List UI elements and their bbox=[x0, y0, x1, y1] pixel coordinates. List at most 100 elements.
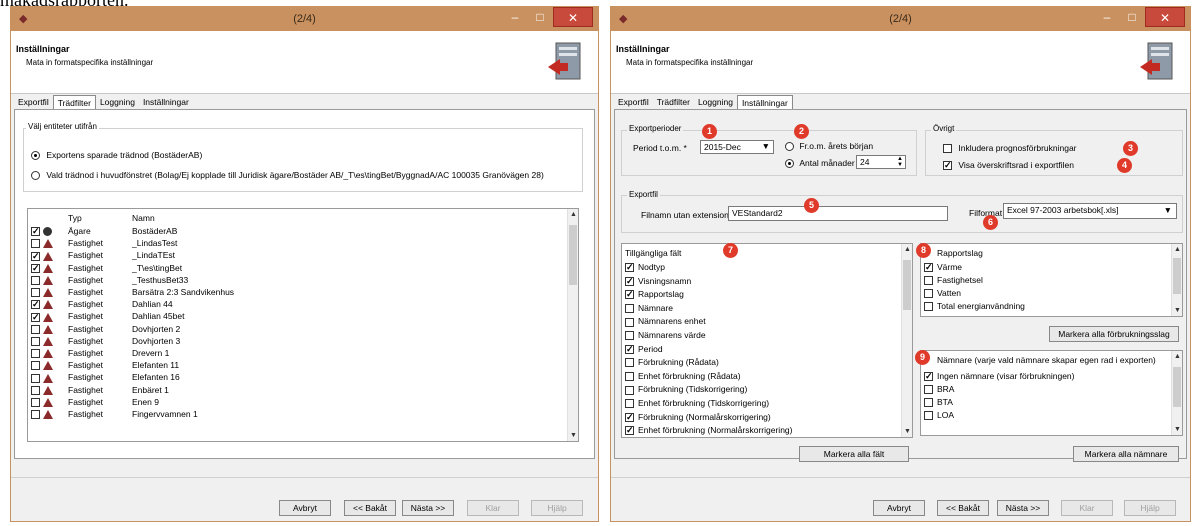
tab-tradfilter[interactable]: Trädfilter bbox=[52, 95, 96, 110]
months-stepper[interactable]: 24 ▲ ▼ bbox=[856, 155, 906, 169]
checkbox[interactable] bbox=[924, 385, 933, 395]
table-row[interactable]: Fastighet Fingervvamnen 1 bbox=[31, 409, 561, 422]
table-row[interactable]: Fastighet _LindaTEst bbox=[31, 250, 561, 263]
checkbox[interactable] bbox=[924, 372, 933, 382]
back-button[interactable]: << Bakåt bbox=[937, 500, 989, 516]
checkbox-include-forecast[interactable]: Inkludera prognosförbrukningar bbox=[943, 143, 1077, 154]
checkbox[interactable] bbox=[924, 302, 933, 312]
next-button[interactable]: Nästa >> bbox=[402, 500, 454, 516]
checkbox[interactable] bbox=[625, 317, 634, 327]
radio-saved-node[interactable]: Exportens sparade trädnod (BostäderAB) bbox=[31, 150, 202, 161]
row-checkbox[interactable] bbox=[31, 312, 40, 322]
scroll-down-icon[interactable]: ▼ bbox=[902, 428, 912, 435]
row-checkbox[interactable] bbox=[31, 300, 40, 310]
column-header-typ[interactable]: Typ bbox=[68, 213, 82, 226]
checkbox[interactable] bbox=[625, 358, 634, 368]
checkbox[interactable] bbox=[943, 144, 952, 154]
list-item[interactable]: Förbrukning (Rådata) bbox=[625, 357, 719, 370]
checkbox[interactable] bbox=[924, 398, 933, 408]
table-row[interactable]: Fastighet _T\es\tingBet bbox=[31, 263, 561, 276]
tab-loggning[interactable]: Loggning bbox=[694, 95, 737, 110]
scroll-up-icon[interactable]: ▲ bbox=[1172, 353, 1182, 360]
list-item[interactable]: Nämnarens värde bbox=[625, 330, 706, 343]
list-item[interactable]: Värme bbox=[924, 262, 962, 275]
list-item[interactable]: Nämnarens enhet bbox=[625, 316, 706, 329]
vertical-scrollbar[interactable]: ▲ ▼ bbox=[567, 209, 578, 441]
checkbox[interactable] bbox=[625, 276, 634, 286]
table-row[interactable]: Ägare BostäderAB bbox=[31, 226, 561, 239]
checkbox[interactable] bbox=[924, 276, 933, 286]
row-checkbox[interactable] bbox=[31, 263, 40, 273]
vertical-scrollbar[interactable]: ▲ ▼ bbox=[1171, 351, 1182, 435]
scroll-up-icon[interactable]: ▲ bbox=[902, 246, 912, 253]
checkbox[interactable] bbox=[625, 263, 634, 273]
table-row[interactable]: Fastighet Enen 9 bbox=[31, 397, 561, 410]
list-item[interactable]: Rapportslag bbox=[625, 289, 684, 302]
row-checkbox[interactable] bbox=[31, 385, 40, 395]
radio-selected-node[interactable]: Vald trädnod i huvudfönstret (Bolag/Ej k… bbox=[31, 170, 544, 181]
checkbox[interactable] bbox=[625, 304, 634, 314]
list-item[interactable]: Nodtyp bbox=[625, 262, 665, 275]
vertical-scrollbar[interactable]: ▲ ▼ bbox=[1171, 244, 1182, 316]
cancel-button[interactable]: Avbryt bbox=[873, 500, 925, 516]
scroll-thumb[interactable] bbox=[903, 260, 911, 310]
close-button[interactable]: ✕ bbox=[553, 7, 593, 27]
list-item[interactable]: Nämnare bbox=[625, 303, 673, 316]
vertical-scrollbar[interactable]: ▲ ▼ bbox=[901, 244, 912, 437]
checkbox[interactable] bbox=[924, 289, 933, 299]
checkbox-show-header-row[interactable]: Visa överskriftsrad i exportfilen bbox=[943, 160, 1074, 171]
list-item[interactable]: Förbrukning (Normalårskorrigering) bbox=[625, 412, 771, 425]
radio-from-year-start[interactable]: Fr.o.m. årets början bbox=[785, 141, 873, 152]
table-row[interactable]: Fastighet Dahlian 44 bbox=[31, 299, 561, 312]
next-button[interactable]: Nästa >> bbox=[997, 500, 1049, 516]
row-checkbox[interactable] bbox=[31, 227, 40, 237]
row-checkbox[interactable] bbox=[31, 398, 40, 408]
list-item[interactable]: Förbrukning (Tidskorrigering) bbox=[625, 384, 747, 397]
scroll-thumb[interactable] bbox=[1173, 258, 1181, 294]
help-button[interactable]: Hjälp bbox=[531, 500, 583, 516]
scroll-down-icon[interactable]: ▼ bbox=[1172, 307, 1182, 314]
row-checkbox[interactable] bbox=[31, 251, 40, 261]
checkbox[interactable] bbox=[625, 331, 634, 341]
minimize-button[interactable]: – bbox=[502, 7, 528, 27]
radio-number-of-months[interactable]: Antal månader bbox=[785, 158, 855, 169]
help-button[interactable]: Hjälp bbox=[1124, 500, 1176, 516]
scroll-down-icon[interactable]: ▼ bbox=[1172, 426, 1182, 433]
row-checkbox[interactable] bbox=[31, 337, 40, 347]
tab-exportfil[interactable]: Exportfil bbox=[614, 95, 653, 110]
checkbox[interactable] bbox=[924, 263, 933, 273]
tab-installningar[interactable]: Inställningar bbox=[139, 95, 193, 110]
list-item[interactable]: Enhet förbrukning (Normalårskorrigering) bbox=[625, 425, 792, 437]
list-item[interactable]: Enhet förbrukning (Rådata) bbox=[625, 371, 741, 384]
row-checkbox[interactable] bbox=[31, 324, 40, 334]
list-item[interactable]: LOA bbox=[924, 410, 954, 423]
checkbox[interactable] bbox=[625, 290, 634, 300]
tab-tradfilter[interactable]: Trädfilter bbox=[653, 95, 694, 110]
tab-exportfil[interactable]: Exportfil bbox=[14, 95, 53, 110]
radio-button[interactable] bbox=[31, 171, 40, 181]
checkbox[interactable] bbox=[625, 372, 634, 382]
checkbox[interactable] bbox=[625, 344, 634, 354]
filename-input[interactable]: VEStandard2 bbox=[728, 206, 948, 221]
finish-button[interactable]: Klar bbox=[1061, 500, 1113, 516]
tab-installningar[interactable]: Inställningar bbox=[736, 95, 793, 110]
column-header-namn[interactable]: Namn bbox=[132, 213, 155, 226]
cancel-button[interactable]: Avbryt bbox=[279, 500, 331, 516]
row-checkbox[interactable] bbox=[31, 288, 40, 298]
tab-loggning[interactable]: Loggning bbox=[96, 95, 139, 110]
table-row[interactable]: Fastighet Elefanten 16 bbox=[31, 372, 561, 385]
row-checkbox[interactable] bbox=[31, 410, 40, 420]
list-item[interactable]: BRA bbox=[924, 384, 954, 397]
table-row[interactable]: Fastighet Elefanten 11 bbox=[31, 360, 561, 373]
list-item[interactable]: Fastighetsel bbox=[924, 275, 983, 288]
list-item[interactable]: Ingen nämnare (visar förbrukningen) bbox=[924, 371, 1075, 384]
radio-button[interactable] bbox=[31, 151, 40, 161]
scroll-thumb[interactable] bbox=[569, 225, 577, 285]
row-checkbox[interactable] bbox=[31, 373, 40, 383]
checkbox[interactable] bbox=[943, 161, 952, 171]
list-item[interactable]: Total energianvändning bbox=[924, 301, 1025, 314]
scroll-up-icon[interactable]: ▲ bbox=[1172, 246, 1182, 253]
table-row[interactable]: Fastighet Barsätra 2:3 Sandvikenhus bbox=[31, 287, 561, 300]
table-row[interactable]: Fastighet Dahlian 45bet bbox=[31, 311, 561, 324]
checkbox[interactable] bbox=[625, 412, 634, 422]
